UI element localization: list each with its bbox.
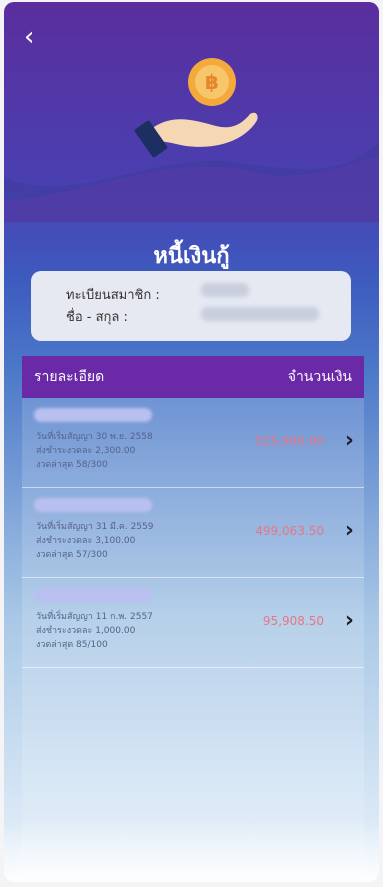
- loan-contract-date: วันที่เริ่มสัญญา 31 มี.ค. 2559: [36, 522, 154, 532]
- loan-row[interactable]: วันที่เริ่มสัญญา 31 มี.ค. 2559 ส่งชำระงว…: [22, 488, 364, 578]
- chevron-left-icon: ‹: [24, 22, 35, 52]
- member-id-value-redacted: [201, 283, 249, 297]
- bottom-fade: [4, 822, 379, 882]
- member-name-label: ชื่อ - สกุล :: [66, 310, 128, 325]
- loan-installment: ส่งชำระงวดละ 1,000.00: [36, 626, 136, 636]
- member-name-value-redacted: [201, 307, 319, 321]
- loan-installment: ส่งชำระงวดละ 3,100.00: [36, 536, 136, 546]
- loan-name-redacted: [34, 588, 152, 602]
- coin-symbol: ฿: [205, 70, 219, 94]
- loan-contract-date: วันที่เริ่มสัญญา 30 พ.ย. 2558: [36, 432, 153, 442]
- page-title: หนี้เงินกู้: [153, 244, 230, 269]
- loan-details: วันที่เริ่มสัญญา 31 มี.ค. 2559 ส่งชำระงว…: [36, 520, 153, 562]
- loan-amount: 499,063.50: [255, 524, 324, 538]
- member-id-label: ทะเบียนสมาชิก :: [66, 288, 160, 303]
- back-button[interactable]: ‹: [24, 24, 44, 50]
- hero-banner: ฿: [4, 58, 379, 222]
- column-header-detail: รายละเอียด: [34, 369, 105, 385]
- loan-name-redacted: [34, 408, 152, 422]
- loan-row[interactable]: วันที่เริ่มสัญญา 30 พ.ย. 2558 ส่งชำระงวด…: [22, 398, 364, 488]
- loan-list-header: รายละเอียด จำนวนเงิน: [22, 356, 364, 398]
- loan-details: วันที่เริ่มสัญญา 30 พ.ย. 2558 ส่งชำระงวด…: [36, 430, 153, 472]
- loan-amount: 95,908.50: [262, 614, 324, 628]
- loan-list: รายละเอียด จำนวนเงิน วันที่เริ่มสัญญา 30…: [22, 356, 364, 882]
- column-header-amount: จำนวนเงิน: [287, 369, 352, 385]
- loan-contract-date: วันที่เริ่มสัญญา 11 ก.พ. 2557: [36, 612, 153, 622]
- chevron-right-icon[interactable]: ›: [345, 518, 354, 543]
- loan-latest-period: งวดล่าสุด 58/300: [36, 460, 108, 470]
- loan-details: วันที่เริ่มสัญญา 11 ก.พ. 2557 ส่งชำระงวด…: [36, 610, 153, 652]
- loan-latest-period: งวดล่าสุด 85/100: [36, 640, 108, 650]
- member-info-card: ทะเบียนสมาชิก : ชื่อ - สกุล :: [31, 271, 351, 341]
- loan-latest-period: งวดล่าสุด 57/300: [36, 550, 108, 560]
- chevron-right-icon[interactable]: ›: [345, 608, 354, 633]
- chevron-right-icon[interactable]: ›: [345, 428, 354, 453]
- loan-amount: 525,900.00: [255, 434, 324, 448]
- loan-row[interactable]: วันที่เริ่มสัญญา 11 ก.พ. 2557 ส่งชำระงวด…: [22, 578, 364, 668]
- loan-installment: ส่งชำระงวดละ 2,300.00: [36, 446, 136, 456]
- loan-name-redacted: [34, 498, 152, 512]
- phone-screen: ฿ ‹ หนี้เงินกู้ ทะเบียนสมาชิก : ชื่อ - ส…: [4, 2, 379, 882]
- hand-coin-icon: [134, 58, 258, 158]
